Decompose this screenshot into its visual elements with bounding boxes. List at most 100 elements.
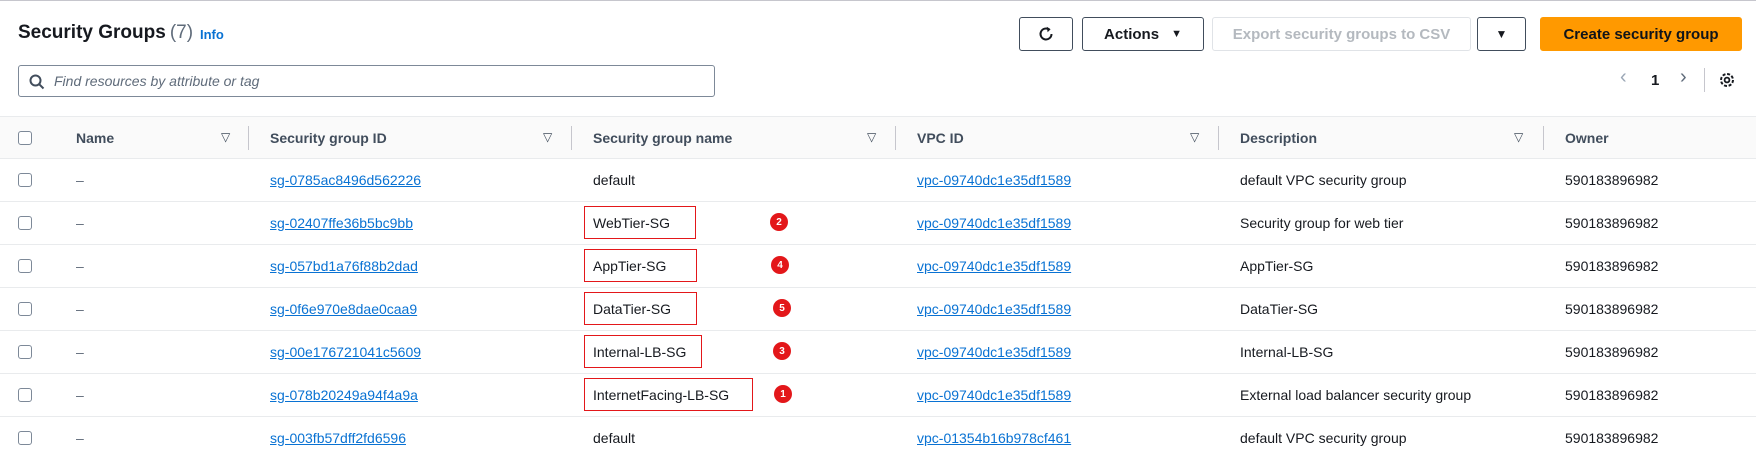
- column-header-sg-name[interactable]: Security group name: [593, 130, 732, 146]
- annotation-badge: 5: [773, 299, 791, 317]
- page-title-text: Security Groups: [18, 22, 166, 43]
- annotation-badge: 1: [774, 385, 792, 403]
- description-cell: Internal-LB-SG: [1240, 344, 1334, 360]
- name-cell: –: [76, 430, 84, 446]
- sort-icon[interactable]: ▽: [1190, 130, 1199, 144]
- description-cell: AppTier-SG: [1240, 258, 1314, 274]
- sg-id-link[interactable]: sg-02407ffe36b5bc9bb: [270, 215, 413, 231]
- sg-name-cell: Internal-LB-SG: [593, 344, 687, 360]
- column-header-owner[interactable]: Owner: [1565, 130, 1609, 146]
- search-input[interactable]: Find resources by attribute or tag: [18, 65, 715, 97]
- column-header-vpc-id[interactable]: VPC ID: [917, 130, 964, 146]
- owner-cell: 590183896982: [1565, 172, 1659, 188]
- row-checkbox[interactable]: [18, 388, 32, 402]
- description-cell: default VPC security group: [1240, 172, 1407, 188]
- vpc-id-link[interactable]: vpc-01354b16b978cf461: [917, 430, 1071, 446]
- name-cell: –: [76, 387, 84, 403]
- gear-icon[interactable]: [1718, 71, 1736, 89]
- pager-divider: [1704, 68, 1705, 92]
- sg-id-link[interactable]: sg-057bd1a76f88b2dad: [270, 258, 418, 274]
- owner-cell: 590183896982: [1565, 258, 1659, 274]
- annotation-badge: 2: [770, 213, 788, 231]
- row-checkbox[interactable]: [18, 302, 32, 316]
- sg-name-cell: DataTier-SG: [593, 301, 672, 317]
- description-cell: Security group for web tier: [1240, 215, 1404, 231]
- prev-page-icon[interactable]: ‹: [1620, 66, 1627, 89]
- name-cell: –: [76, 215, 84, 231]
- annotation-badge: 3: [773, 342, 791, 360]
- actions-button[interactable]: Actions ▼: [1082, 17, 1204, 51]
- select-all-checkbox[interactable]: [18, 131, 32, 145]
- column-resizer[interactable]: [248, 126, 249, 150]
- column-resizer[interactable]: [571, 126, 572, 150]
- caret-down-icon: ▼: [1171, 28, 1182, 40]
- create-label: Create security group: [1563, 25, 1719, 43]
- current-page-number[interactable]: 1: [1651, 72, 1659, 89]
- export-csv-button[interactable]: Export security groups to CSV: [1212, 17, 1471, 51]
- column-resizer[interactable]: [895, 126, 896, 150]
- column-header-name[interactable]: Name: [76, 130, 114, 146]
- column-header-description[interactable]: Description: [1240, 130, 1317, 146]
- sg-name-cell: default: [593, 430, 636, 446]
- table-row[interactable]: – sg-078b20249a94f4a9a InternetFacing-LB…: [0, 374, 1756, 417]
- owner-cell: 590183896982: [1565, 387, 1659, 403]
- sort-icon[interactable]: ▽: [1514, 130, 1523, 144]
- sg-name-cell: AppTier-SG: [593, 258, 667, 274]
- annotation-badge: 4: [771, 256, 789, 274]
- page-title: Security Groups (7): [18, 22, 193, 44]
- sg-id-link[interactable]: sg-0f6e970e8dae0caa9: [270, 301, 417, 317]
- vpc-id-link[interactable]: vpc-09740dc1e35df1589: [917, 387, 1071, 403]
- vpc-id-link[interactable]: vpc-09740dc1e35df1589: [917, 258, 1071, 274]
- owner-cell: 590183896982: [1565, 430, 1659, 446]
- row-checkbox[interactable]: [18, 173, 32, 187]
- sort-icon[interactable]: ▽: [221, 130, 230, 144]
- table-row[interactable]: – sg-0785ac8496d562226 default vpc-09740…: [0, 159, 1756, 202]
- group-count: (7): [169, 22, 194, 43]
- actions-label: Actions: [1104, 25, 1160, 43]
- sg-id-link[interactable]: sg-078b20249a94f4a9a: [270, 387, 418, 403]
- search-icon: [29, 74, 45, 90]
- description-cell: DataTier-SG: [1240, 301, 1319, 317]
- name-cell: –: [76, 258, 84, 274]
- description-cell: default VPC security group: [1240, 430, 1407, 446]
- table-row[interactable]: – sg-02407ffe36b5bc9bb WebTier-SG 2 vpc-…: [0, 202, 1756, 245]
- sort-icon[interactable]: ▽: [867, 130, 876, 144]
- table-row[interactable]: – sg-0f6e970e8dae0caa9 DataTier-SG 5 vpc…: [0, 288, 1756, 331]
- next-page-icon[interactable]: ›: [1680, 66, 1687, 89]
- vpc-id-link[interactable]: vpc-09740dc1e35df1589: [917, 344, 1071, 360]
- owner-cell: 590183896982: [1565, 215, 1659, 231]
- table-row[interactable]: – sg-00e176721041c5609 Internal-LB-SG 3 …: [0, 331, 1756, 374]
- info-link[interactable]: Info: [200, 27, 224, 42]
- row-checkbox[interactable]: [18, 259, 32, 273]
- column-resizer[interactable]: [1218, 126, 1219, 150]
- row-checkbox[interactable]: [18, 431, 32, 445]
- name-cell: –: [76, 344, 84, 360]
- name-cell: –: [76, 301, 84, 317]
- row-checkbox[interactable]: [18, 216, 32, 230]
- column-header-sg-id[interactable]: Security group ID: [270, 130, 387, 146]
- column-resizer[interactable]: [1543, 126, 1544, 150]
- vpc-id-link[interactable]: vpc-09740dc1e35df1589: [917, 172, 1071, 188]
- sg-name-cell: InternetFacing-LB-SG: [593, 387, 730, 403]
- owner-cell: 590183896982: [1565, 344, 1659, 360]
- table-row[interactable]: – sg-057bd1a76f88b2dad AppTier-SG 4 vpc-…: [0, 245, 1756, 288]
- row-checkbox[interactable]: [18, 345, 32, 359]
- sg-id-link[interactable]: sg-003fb57dff2fd6596: [270, 430, 406, 446]
- export-label: Export security groups to CSV: [1232, 25, 1451, 43]
- table-header: Name ▽ Security group ID ▽ Security grou…: [0, 116, 1756, 159]
- sg-id-link[interactable]: sg-00e176721041c5609: [270, 344, 421, 360]
- sort-icon[interactable]: ▽: [543, 130, 552, 144]
- vpc-id-link[interactable]: vpc-09740dc1e35df1589: [917, 215, 1071, 231]
- name-cell: –: [76, 172, 84, 188]
- top-border: [0, 0, 1756, 1]
- vpc-id-link[interactable]: vpc-09740dc1e35df1589: [917, 301, 1071, 317]
- table-row[interactable]: – sg-003fb57dff2fd6596 default vpc-01354…: [0, 417, 1756, 460]
- refresh-button[interactable]: [1019, 17, 1073, 51]
- create-security-group-button[interactable]: Create security group: [1540, 17, 1742, 51]
- export-dropdown-button[interactable]: ▼: [1477, 17, 1526, 51]
- search-placeholder: Find resources by attribute or tag: [54, 73, 260, 89]
- description-cell: External load balancer security group: [1240, 387, 1472, 403]
- sg-id-link[interactable]: sg-0785ac8496d562226: [270, 172, 421, 188]
- sg-name-cell: default: [593, 172, 636, 188]
- owner-cell: 590183896982: [1565, 301, 1659, 317]
